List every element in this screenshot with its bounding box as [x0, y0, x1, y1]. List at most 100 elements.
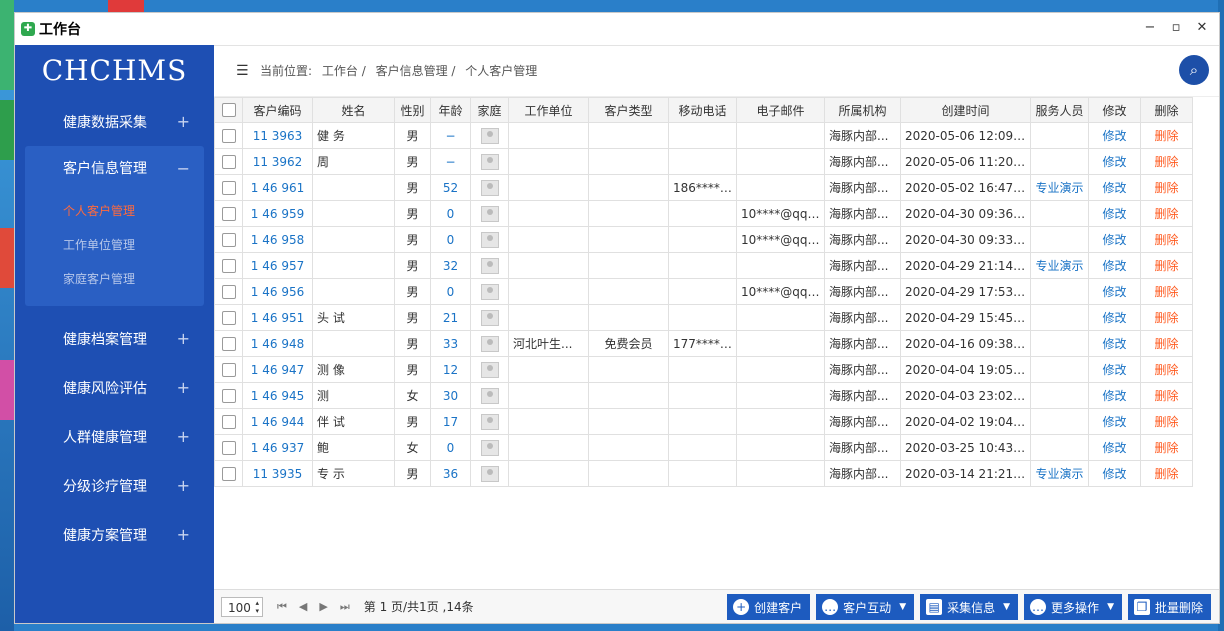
delete-link[interactable]: 删除	[1154, 467, 1178, 481]
row-checkbox[interactable]	[221, 414, 236, 429]
delete-link[interactable]: 删除	[1154, 285, 1178, 299]
service-staff-link[interactable]: 专业演示	[1035, 181, 1083, 195]
edit-link[interactable]: 修改	[1102, 389, 1126, 403]
col-header[interactable]: 年龄	[430, 97, 471, 123]
table-row[interactable]: 1 46 961 男 52 186****460 海豚内部... 2020-05-02 1…	[214, 174, 1193, 201]
delete-link[interactable]: 删除	[1154, 155, 1178, 169]
customer-code-link[interactable]: 1 46 944	[251, 415, 304, 429]
collect-info-button[interactable]: ▤ 采集信息 ▼	[920, 594, 1019, 620]
col-header[interactable]: 所属机构	[824, 97, 901, 123]
edit-link[interactable]: 修改	[1102, 181, 1126, 195]
table-row[interactable]: 11 3962 周 男 − 海豚内部... 2020-05-06 11:20:17 修改 删除	[214, 148, 1193, 175]
edit-link[interactable]: 修改	[1102, 129, 1126, 143]
customer-code-link[interactable]: 1 46 961	[251, 181, 304, 195]
more-actions-button[interactable]: … 更多操作 ▼	[1024, 594, 1122, 620]
row-checkbox[interactable]	[221, 180, 236, 195]
customer-age-link[interactable]: 52	[443, 181, 458, 195]
row-checkbox[interactable]	[221, 232, 236, 247]
customer-code-link[interactable]: 1 46 945	[251, 389, 304, 403]
breadcrumb-workbench[interactable]: 工作台 /	[322, 64, 366, 78]
delete-link[interactable]: 删除	[1154, 311, 1178, 325]
customer-code-link[interactable]: 11 3963	[253, 129, 303, 143]
table-row[interactable]: 11 3963 健 务 男 − 海豚内部... 2020-05-06 12:09:34 修改…	[214, 122, 1193, 149]
edit-link[interactable]: 修改	[1102, 311, 1126, 325]
customer-age-link[interactable]: −	[445, 129, 455, 143]
family-avatar-icon[interactable]	[480, 309, 499, 326]
edit-link[interactable]: 修改	[1102, 467, 1126, 481]
family-avatar-icon[interactable]	[480, 361, 499, 378]
customer-code-link[interactable]: 11 3935	[253, 467, 303, 481]
edit-link[interactable]: 修改	[1102, 207, 1126, 221]
family-avatar-icon[interactable]	[480, 283, 499, 300]
family-avatar-icon[interactable]	[480, 179, 499, 196]
edit-link[interactable]: 修改	[1102, 337, 1126, 351]
row-checkbox[interactable]	[221, 206, 236, 221]
last-page-icon[interactable]: ⏭	[340, 600, 350, 614]
breadcrumb-customer-info[interactable]: 客户信息管理 /	[376, 64, 456, 78]
family-avatar-icon[interactable]	[480, 153, 499, 170]
sidebar-item-population-health[interactable]: 人群健康管理 +	[15, 412, 214, 461]
customer-age-link[interactable]: 0	[447, 207, 455, 221]
delete-link[interactable]: 删除	[1154, 233, 1178, 247]
delete-link[interactable]: 删除	[1154, 415, 1178, 429]
table-row[interactable]: 1 46 945 测 女 30 海豚内部... 2020-04-03 23:02:59 修改…	[214, 382, 1193, 409]
family-avatar-icon[interactable]	[480, 257, 499, 274]
col-header[interactable]: 电子邮件	[736, 97, 825, 123]
delete-link[interactable]: 删除	[1154, 207, 1178, 221]
family-avatar-icon[interactable]	[480, 335, 499, 352]
delete-link[interactable]: 删除	[1154, 259, 1178, 273]
table-row[interactable]: 1 46 948 男 33 河北叶生... 免费会员 177****859 海豚内部... 2…	[214, 330, 1193, 357]
customer-code-link[interactable]: 1 46 958	[251, 233, 304, 247]
customer-age-link[interactable]: 21	[443, 311, 458, 325]
menu-toggle-icon[interactable]: ☰	[236, 63, 252, 79]
table-row[interactable]: 1 46 937 鲍 女 0 海豚内部... 2020-03-25 10:43:43 修改 删…	[214, 434, 1193, 461]
page-size-select[interactable]: 100	[221, 596, 263, 617]
family-avatar-icon[interactable]	[480, 205, 499, 222]
row-checkbox[interactable]	[221, 258, 236, 273]
delete-link[interactable]: 删除	[1154, 337, 1178, 351]
family-avatar-icon[interactable]	[480, 387, 499, 404]
customer-code-link[interactable]: 1 46 937	[251, 441, 304, 455]
col-header[interactable]: 服务人员	[1030, 97, 1089, 123]
edit-link[interactable]: 修改	[1102, 415, 1126, 429]
table-row[interactable]: 1 46 957 男 32 海豚内部... 2020-04-29 21:14:01 专业演…	[214, 252, 1193, 279]
sidebar-item-data-collection[interactable]: 健康数据采集 +	[15, 97, 214, 146]
sidebar-subitem-personal[interactable]: 个人客户管理	[25, 194, 204, 228]
row-checkbox[interactable]	[221, 336, 236, 351]
customer-code-link[interactable]: 1 46 956	[251, 285, 304, 299]
close-icon[interactable]: ✕	[1195, 20, 1209, 35]
first-page-icon[interactable]: ⏮	[277, 600, 287, 614]
edit-link[interactable]: 修改	[1102, 285, 1126, 299]
family-avatar-icon[interactable]	[480, 127, 499, 144]
customer-code-link[interactable]: 1 46 957	[251, 259, 304, 273]
customer-age-link[interactable]: 32	[443, 259, 458, 273]
row-checkbox[interactable]	[221, 440, 236, 455]
table-row[interactable]: 1 46 956 男 0 10****@qq.... 海豚内部... 2020-04-29…	[214, 278, 1193, 305]
customer-code-link[interactable]: 1 46 951	[251, 311, 304, 325]
customer-age-link[interactable]: 17	[443, 415, 458, 429]
customer-age-link[interactable]: 30	[443, 389, 458, 403]
table-row[interactable]: 1 46 944 伴 试 男 17 海豚内部... 2020-04-02 19:04:42…	[214, 408, 1193, 435]
delete-link[interactable]: 删除	[1154, 441, 1178, 455]
prev-page-icon[interactable]: ◀	[299, 600, 307, 614]
customer-code-link[interactable]: 1 46 948	[251, 337, 304, 351]
sidebar-subitem-workplace[interactable]: 工作单位管理	[25, 228, 204, 262]
create-customer-button[interactable]: + 创建客户	[727, 594, 811, 620]
row-checkbox[interactable]	[221, 310, 236, 325]
table-row[interactable]: 1 46 947 测 像 男 12 海豚内部... 2020-04-04 19:05:09…	[214, 356, 1193, 383]
delete-link[interactable]: 删除	[1154, 181, 1178, 195]
customer-age-link[interactable]: 33	[443, 337, 458, 351]
minimize-icon[interactable]: −	[1143, 20, 1157, 35]
col-header[interactable]: 姓名	[312, 97, 395, 123]
sidebar-item-customer-info[interactable]: 客户信息管理 −	[25, 146, 204, 190]
edit-link[interactable]: 修改	[1102, 155, 1126, 169]
edit-link[interactable]: 修改	[1102, 259, 1126, 273]
customer-age-link[interactable]: 36	[443, 467, 458, 481]
row-checkbox[interactable]	[221, 362, 236, 377]
row-checkbox[interactable]	[221, 154, 236, 169]
customer-age-link[interactable]: 0	[447, 285, 455, 299]
col-header[interactable]: 工作单位	[508, 97, 589, 123]
family-avatar-icon[interactable]	[480, 231, 499, 248]
sidebar-item-health-records[interactable]: 健康档案管理 +	[15, 314, 214, 363]
family-avatar-icon[interactable]	[480, 439, 499, 456]
